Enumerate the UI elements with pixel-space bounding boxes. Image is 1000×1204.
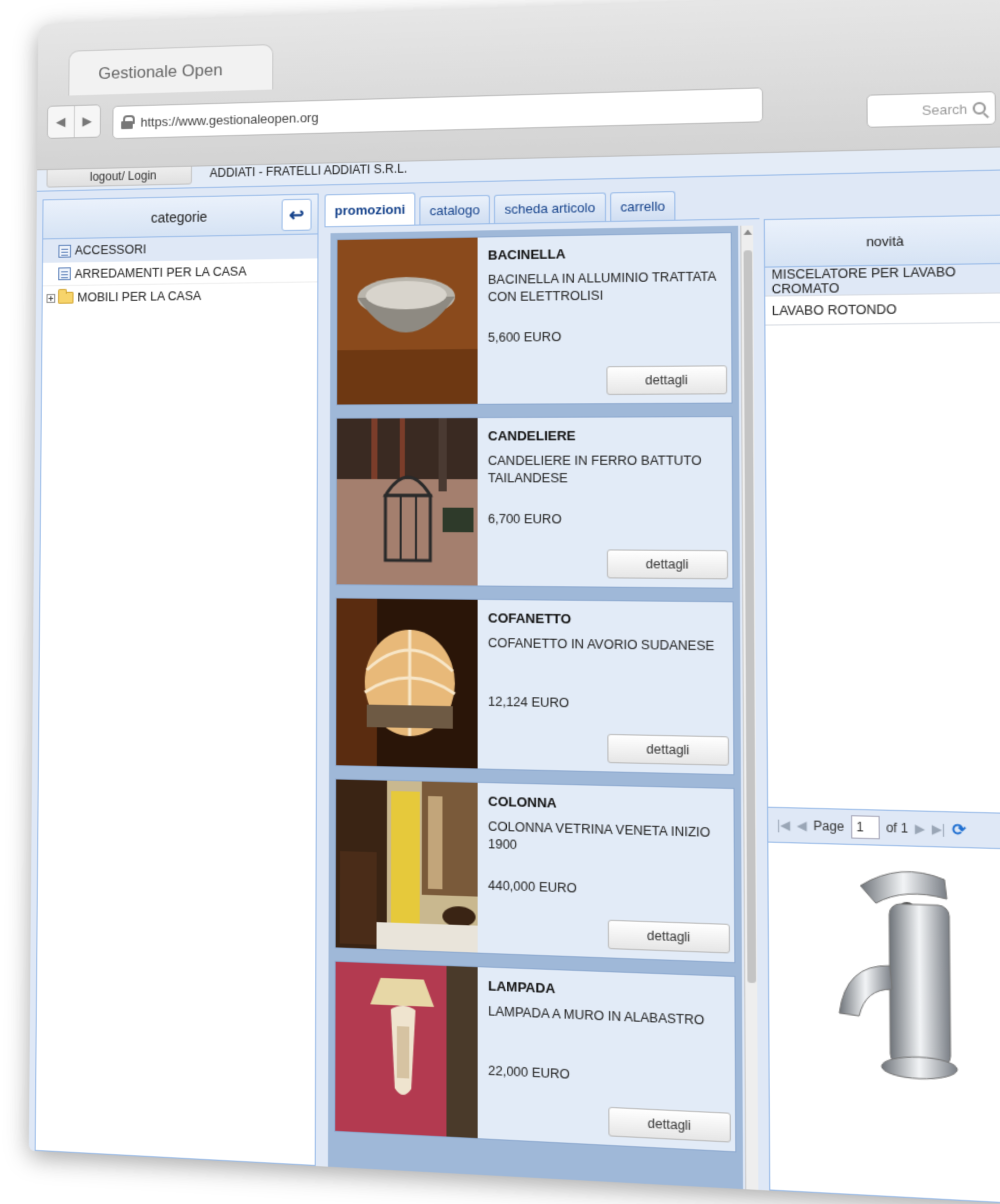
tree-item-label: ARREDAMENTI PER LA CASA [75,264,247,280]
search-icon [973,102,986,115]
news-item[interactable]: MISCELATORE PER LAVABO CROMATO [765,264,1000,297]
expand-icon[interactable] [47,294,56,303]
product-description: BACINELLA IN ALLUMINIO TRATTATA CON ELET… [488,268,733,306]
news-item[interactable]: LAVABO ROTONDO [765,293,1000,325]
product-description: COLONNA VETRINA VENETA INIZIO 1900 [488,818,736,860]
browser-tab-title: Gestionale Open [98,60,222,83]
search-placeholder: Search [922,101,967,118]
details-button[interactable]: dettagli [608,920,730,954]
product-photo-lampada [335,962,477,1138]
leaf-icon [58,244,71,257]
product-photo-cofanetto [336,598,477,768]
product-list-scrollbar[interactable] [740,225,758,1189]
product-list: BACINELLA BACINELLA IN ALLUMINIO TRATTAT… [328,226,743,1189]
product-price: 6,700 EURO [488,512,562,527]
categories-header: categorie ↩ [43,195,317,240]
tab-promozioni[interactable]: promozioni [325,192,416,226]
url-text: https://www.gestionaleopen.org [141,109,319,129]
product-name: CANDELIERE [488,428,576,444]
folder-icon [58,292,74,304]
product-name: COLONNA [488,793,557,810]
tree-item-label: ACCESSORI [75,242,146,257]
tree-item-mobili[interactable]: MOBILI PER LA CASA [43,282,318,309]
nav-buttons: ◀ ▶ [47,104,101,139]
stage: Gestionale Open ◀ ▶ https://www.gestiona… [0,0,1000,1190]
first-page-icon[interactable]: |◀ [777,817,791,832]
tab-carrello[interactable]: carrello [610,191,676,221]
browser-chrome: Gestionale Open ◀ ▶ https://www.gestiona… [37,0,1000,170]
product-description: CANDELIERE IN FERRO BATTUTO TAILANDESE [488,452,734,487]
product-description: LAMPADA A MURO IN ALABASTRO [488,1003,737,1031]
details-button[interactable]: dettagli [608,1107,731,1143]
page-label: Page [813,818,844,834]
forward-icon[interactable]: ▶ [74,105,100,137]
last-page-icon[interactable]: ▶| [932,822,946,837]
tab-bar: promozioni catalogo scheda articolo carr… [325,184,760,227]
product-card: BACINELLA BACINELLA IN ALLUMINIO TRATTAT… [336,232,733,405]
details-button[interactable]: dettagli [606,365,727,395]
back-icon[interactable]: ◀ [48,106,75,138]
app-content: logout/ Login ADDIATI - FRATELLI ADDIATI… [29,147,1000,1204]
browser-tab[interactable]: Gestionale Open [68,44,273,95]
product-photo-colonna [336,779,478,952]
browser-window: Gestionale Open ◀ ▶ https://www.gestiona… [29,0,1000,1204]
categories-title: categorie [151,208,207,225]
collapse-panel-icon[interactable]: ↩ [282,199,312,231]
product-image-faucet [812,852,987,1107]
product-card: COLONNA COLONNA VETRINA VENETA INIZIO 19… [335,778,736,963]
news-panel: novità MISCELATORE PER LAVABO CROMATO LA… [764,215,1000,1204]
details-button[interactable]: dettagli [607,549,728,579]
tree-item-label: MOBILI PER LA CASA [77,289,201,304]
product-price: 22,000 EURO [488,1063,570,1081]
prev-page-icon[interactable]: ◀ [797,818,807,833]
categories-panel: categorie ↩ ACCESSORI ARREDAMENTI PER LA… [35,194,319,1166]
scrollbar-thumb[interactable] [744,250,757,983]
product-name: LAMPADA [488,978,555,996]
next-page-icon[interactable]: ▶ [915,821,925,836]
product-name: COFANETTO [488,610,571,626]
tab-catalogo[interactable]: catalogo [419,195,490,225]
browser-search-input[interactable]: Search [866,91,996,128]
leaf-icon [58,267,71,280]
product-card: CANDELIERE CANDELIERE IN FERRO BATTUTO T… [336,416,734,589]
page-total: of 1 [886,820,908,836]
lock-icon [121,115,133,129]
center-area: promozioni catalogo scheda articolo carr… [322,184,765,1190]
tab-scheda-articolo[interactable]: scheda articolo [494,192,605,223]
product-name: BACINELLA [488,246,566,262]
product-card: COFANETTO COFANETTO IN AVORIO SUDANESE 1… [335,597,734,775]
refresh-icon[interactable]: ⟳ [952,820,966,840]
product-price: 12,124 EURO [488,694,569,710]
page-number-input[interactable]: 1 [851,815,880,839]
scroll-up-icon[interactable] [743,230,752,235]
product-photo-bacinella [337,238,478,405]
product-description: COFANETTO IN AVORIO SUDANESE [488,635,735,656]
product-price: 5,600 EURO [488,330,561,345]
pagination-toolbar: |◀ ◀ Page 1 of 1 ▶ ▶| ⟳ [768,807,1000,850]
details-button[interactable]: dettagli [607,734,729,766]
news-header: novità [765,216,1000,268]
product-photo-candeliere [337,418,478,585]
product-price: 440,000 EURO [488,878,577,895]
address-bar[interactable]: https://www.gestionaleopen.org [112,87,763,139]
product-card: LAMPADA LAMPADA A MURO IN ALABASTRO 22,0… [334,961,736,1153]
